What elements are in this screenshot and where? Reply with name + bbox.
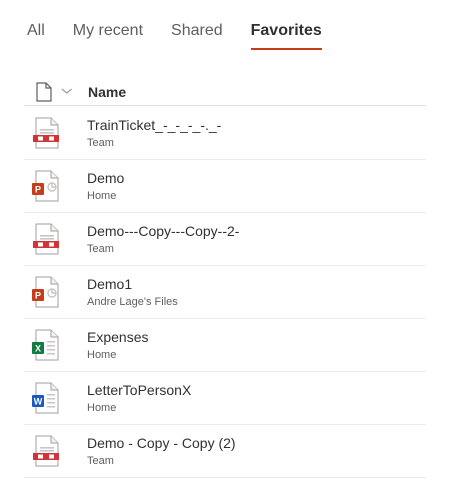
svg-text:P: P	[35, 291, 41, 301]
file-name[interactable]: Expenses	[87, 328, 148, 346]
word-file-icon: W	[32, 382, 60, 414]
file-location: Team	[87, 242, 114, 255]
file-location: Home	[87, 348, 117, 361]
file-name[interactable]: Demo---Copy---Copy--2-	[87, 222, 239, 240]
file-location: Team	[87, 454, 114, 467]
file-location: Home	[87, 189, 117, 202]
name-column-header[interactable]: Name	[88, 84, 126, 100]
tab-favorites[interactable]: Favorites	[250, 20, 322, 50]
list-header: Name	[24, 78, 426, 106]
file-row[interactable]: W LetterToPersonX Home	[24, 372, 426, 425]
powerpoint-file-icon: P	[32, 276, 60, 308]
file-row[interactable]: Demo---Copy---Copy--2- Team	[24, 213, 426, 266]
file-location: Home	[87, 401, 117, 414]
pdf-file-icon	[32, 435, 60, 467]
file-name[interactable]: TrainTicket_-_-_-_-._-	[87, 116, 221, 134]
svg-text:X: X	[35, 344, 41, 354]
document-icon[interactable]	[36, 81, 56, 102]
favorites-file-list-page: All My recent Shared Favorites Name Trai…	[0, 0, 452, 489]
file-location: Andre Lage's Files	[87, 295, 178, 308]
tab-my-recent[interactable]: My recent	[73, 20, 143, 48]
tab-shared[interactable]: Shared	[171, 20, 223, 48]
excel-file-icon: X	[32, 329, 60, 361]
svg-text:W: W	[34, 397, 43, 407]
file-row[interactable]: X Expenses Home	[24, 319, 426, 372]
file-list: TrainTicket_-_-_-_-._- Team P Demo Home …	[24, 107, 426, 478]
chevron-down-icon[interactable]	[61, 86, 75, 97]
file-row[interactable]: P Demo Home	[24, 160, 426, 213]
tab-all[interactable]: All	[27, 20, 45, 48]
pdf-file-icon	[32, 223, 60, 255]
powerpoint-file-icon: P	[32, 170, 60, 202]
file-name[interactable]: LetterToPersonX	[87, 381, 191, 399]
view-tabs: All My recent Shared Favorites	[27, 20, 350, 50]
file-row[interactable]: TrainTicket_-_-_-_-._- Team	[24, 107, 426, 160]
file-name[interactable]: Demo1	[87, 275, 178, 293]
file-row[interactable]: P Demo1 Andre Lage's Files	[24, 266, 426, 319]
pdf-file-icon	[32, 117, 60, 149]
file-location: Team	[87, 136, 114, 149]
svg-text:P: P	[35, 185, 41, 195]
file-row[interactable]: Demo - Copy - Copy (2) Team	[24, 425, 426, 478]
file-name[interactable]: Demo - Copy - Copy (2)	[87, 434, 236, 452]
file-name[interactable]: Demo	[87, 169, 124, 187]
